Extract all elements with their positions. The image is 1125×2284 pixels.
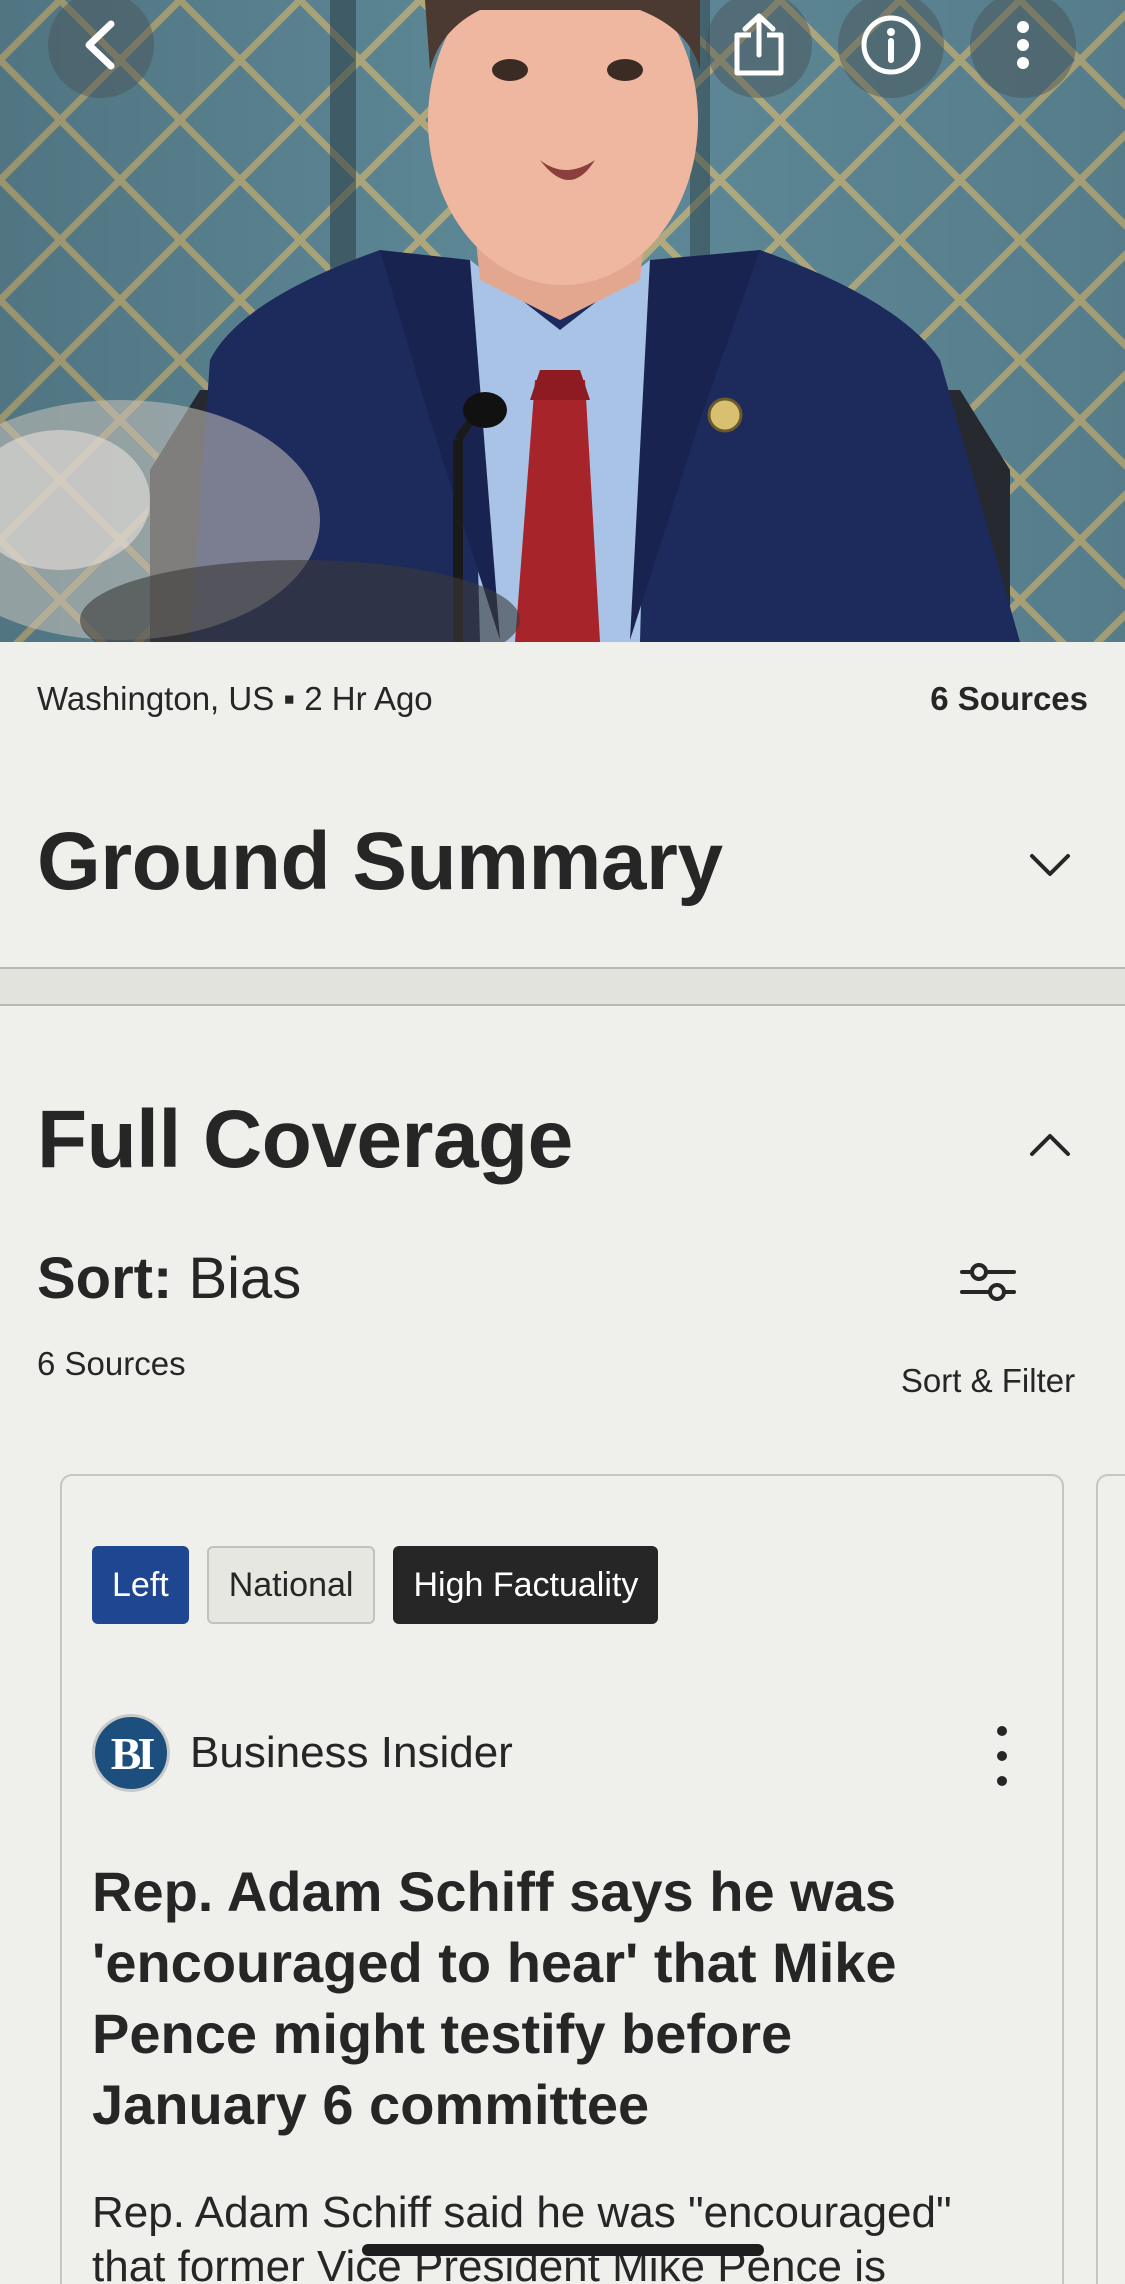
chevron-down-icon (1030, 854, 1070, 876)
section-gap (0, 969, 1125, 1005)
publisher-logo: BI (92, 1714, 170, 1792)
article-summary: Rep. Adam Schiff said he was "encouraged… (92, 2188, 952, 2284)
story-page: Washington, US ▪ 2 Hr Ago 6 Sources Grou… (0, 0, 1125, 2284)
sort-filter-label: Sort & Filter (900, 1362, 1076, 1399)
chevron-left-icon (85, 20, 115, 70)
publisher[interactable]: BI Business Insider (92, 1714, 513, 1792)
bias-tag[interactable]: Left (92, 1546, 189, 1624)
sort-filter-button[interactable]: Sort & Filter (888, 1260, 1088, 1400)
scope-tag[interactable]: National (206, 1546, 376, 1624)
info-icon (861, 15, 921, 75)
more-vertical-icon (1017, 21, 1029, 69)
sort-value: Bias (172, 1246, 302, 1311)
hero-image (0, 0, 1125, 642)
section-divider (0, 1004, 1125, 1006)
article-card[interactable]: Left National High Factuality BI Busines… (60, 1474, 1064, 2284)
full-coverage-toggle[interactable] (1025, 1120, 1075, 1170)
ground-summary-title[interactable]: Ground Summary (37, 815, 723, 909)
sliders-icon (960, 1263, 1016, 1301)
next-article-card[interactable] (1096, 1474, 1125, 2284)
article-headline[interactable]: Rep. Adam Schiff says he was 'encouraged… (92, 1856, 1022, 2140)
sort-indicator[interactable]: Sort: Bias (37, 1245, 301, 1312)
home-indicator[interactable] (362, 2244, 764, 2256)
publisher-name: Business Insider (190, 1728, 513, 1777)
location-time: Washington, US ▪ 2 Hr Ago (37, 680, 433, 717)
coverage-source-count: 6 Sources (37, 1345, 186, 1382)
hero-photo (0, 0, 1125, 642)
more-dot (997, 1726, 1007, 1736)
full-coverage-title[interactable]: Full Coverage (37, 1093, 573, 1187)
sort-label: Sort: (37, 1246, 173, 1311)
ground-summary-toggle[interactable] (1025, 840, 1075, 890)
story-meta: Washington, US ▪ 2 Hr Ago 6 Sources (37, 672, 1088, 726)
more-dot (997, 1751, 1007, 1761)
article-more-button[interactable] (982, 1726, 1022, 1786)
share-icon (734, 13, 784, 76)
chevron-up-icon (1030, 1134, 1070, 1156)
factuality-tag[interactable]: High Factuality (393, 1546, 659, 1624)
more-dot (997, 1776, 1007, 1786)
sources-count-link[interactable]: 6 Sources (930, 680, 1088, 718)
article-tags: Left National High Factuality (92, 1546, 659, 1624)
